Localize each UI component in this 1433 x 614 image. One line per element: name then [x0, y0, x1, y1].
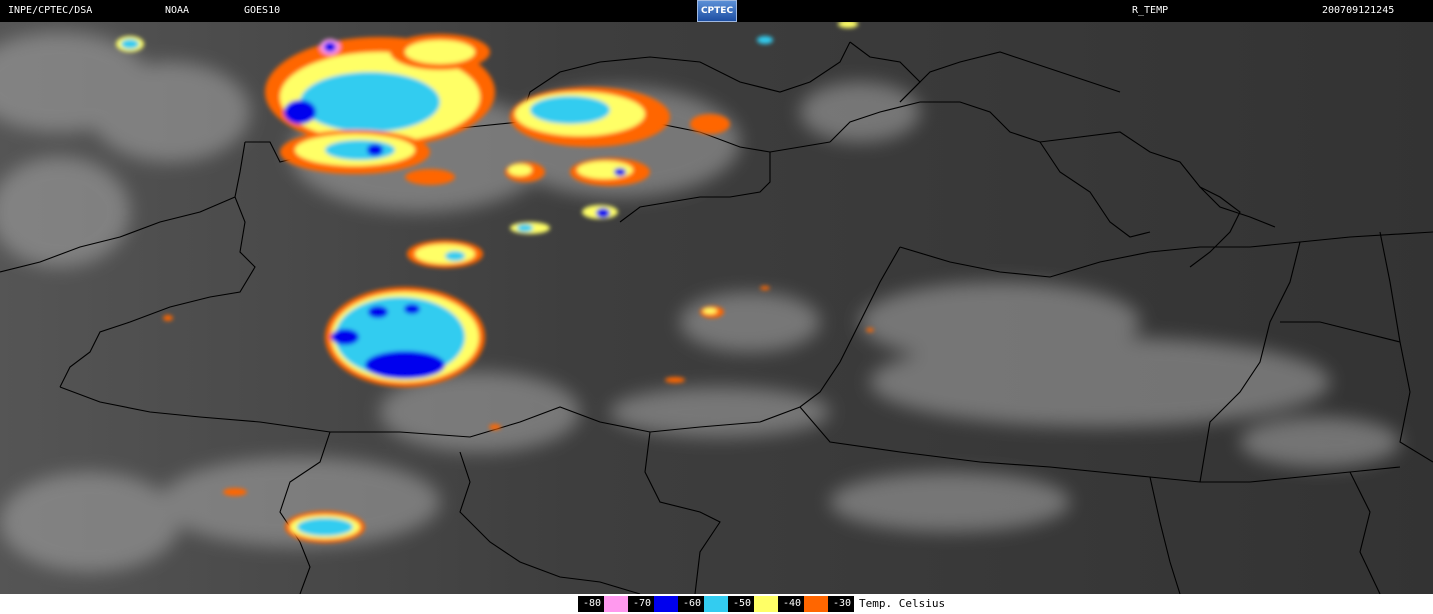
satellite-label: GOES10: [244, 5, 281, 16]
legend-title: Temp. Celsius: [859, 597, 946, 610]
legend-swatch: [654, 596, 678, 612]
satellite-image-frame: INPE/CPTEC/DSA NOAA GOES10 CPTEC R_TEMP …: [0, 0, 1433, 614]
legend-bar: -80 -70 -60 -50 -40 -30 Temp. Celsius: [0, 594, 1433, 614]
legend-label: -80: [578, 596, 604, 612]
product-label: R_TEMP: [1132, 5, 1169, 16]
timestamp-label: 200709121245: [1322, 5, 1395, 16]
legend-label: -70: [628, 596, 654, 612]
source-label: INPE/CPTEC/DSA: [8, 5, 93, 16]
agency-label: NOAA: [165, 5, 190, 16]
legend-swatch: [604, 596, 628, 612]
legend-label: -40: [778, 596, 804, 612]
legend-label: -60: [678, 596, 704, 612]
legend-label: -30: [828, 596, 854, 612]
legend-swatch: [804, 596, 828, 612]
legend-swatch: [754, 596, 778, 612]
header-bar: INPE/CPTEC/DSA NOAA GOES10 CPTEC R_TEMP …: [0, 0, 1433, 22]
legend-swatch: [704, 596, 728, 612]
satellite-map: [0, 22, 1433, 594]
legend-label: -50: [728, 596, 754, 612]
cptec-logo: CPTEC: [697, 0, 737, 22]
temperature-legend: -80 -70 -60 -50 -40 -30 Temp. Celsius: [578, 596, 945, 612]
